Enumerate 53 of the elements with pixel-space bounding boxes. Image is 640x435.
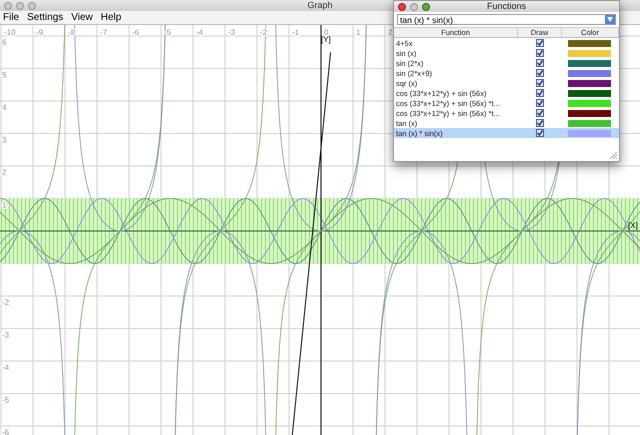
y-tick-label: -5 — [2, 396, 10, 404]
y-tick-label: 3 — [2, 136, 6, 144]
y-tick-label: 5 — [2, 70, 6, 80]
x-tick-label: -9 — [36, 28, 44, 37]
x-tick-label: -3 — [228, 28, 236, 37]
y-tick-label: 2 — [2, 168, 6, 177]
x-tick-label: 2 — [388, 28, 392, 37]
y-tick-label: -6 — [2, 428, 10, 435]
color-swatch[interactable] — [568, 120, 611, 126]
dropdown-arrow-icon[interactable] — [605, 15, 615, 24]
x-tick-label: -7 — [100, 28, 108, 37]
y-tick-label: -3 — [2, 330, 10, 340]
resize-grip-icon[interactable] — [609, 151, 617, 159]
expression-combo-box[interactable]: tan (x) * sin(x) — [397, 14, 616, 25]
draw-checkbox[interactable] — [536, 129, 544, 137]
color-swatch[interactable] — [568, 40, 611, 46]
menu-item[interactable]: File — [3, 12, 20, 23]
draw-checkbox[interactable] — [536, 39, 544, 47]
x-tick-label: 1 — [356, 28, 360, 37]
color-swatch[interactable] — [568, 100, 611, 106]
close-icon[interactable] — [398, 2, 406, 10]
window-title: Functions — [486, 1, 526, 12]
color-swatch[interactable] — [568, 70, 611, 76]
x-tick-label: -10 — [4, 28, 16, 37]
y-tick-label: 4 — [2, 103, 6, 112]
draw-checkbox[interactable] — [536, 79, 544, 87]
draw-checkbox[interactable] — [536, 49, 544, 57]
x-tick-label: 0 — [324, 28, 328, 37]
color-swatch[interactable] — [568, 80, 611, 86]
x-tick-label: -1 — [292, 28, 300, 37]
color-swatch[interactable] — [568, 110, 611, 116]
color-swatch[interactable] — [568, 60, 611, 66]
y-axis-label: [Y] — [321, 35, 331, 44]
menu-item[interactable]: View — [71, 12, 93, 23]
draw-checkbox[interactable] — [536, 69, 544, 77]
draw-checkbox[interactable] — [536, 59, 544, 67]
menu-item[interactable]: Help — [100, 12, 122, 23]
draw-checkbox[interactable] — [536, 89, 544, 97]
y-tick-label: 6 — [2, 38, 6, 47]
color-swatch[interactable] — [568, 50, 611, 56]
window-title: Graph — [308, 0, 332, 11]
color-swatch[interactable] — [568, 130, 611, 136]
zoom-icon[interactable] — [422, 2, 430, 10]
y-tick-label: -2 — [2, 298, 10, 307]
x-tick-label: -4 — [196, 28, 204, 37]
menu-item[interactable]: Settings — [27, 12, 64, 23]
draw-checkbox[interactable] — [536, 119, 544, 127]
color-swatch[interactable] — [568, 90, 611, 96]
x-axis-label: [X] — [628, 221, 638, 230]
x-tick-label: -6 — [132, 28, 140, 37]
draw-checkbox[interactable] — [536, 109, 544, 117]
y-tick-label: -4 — [2, 363, 10, 372]
draw-checkbox[interactable] — [536, 99, 544, 107]
